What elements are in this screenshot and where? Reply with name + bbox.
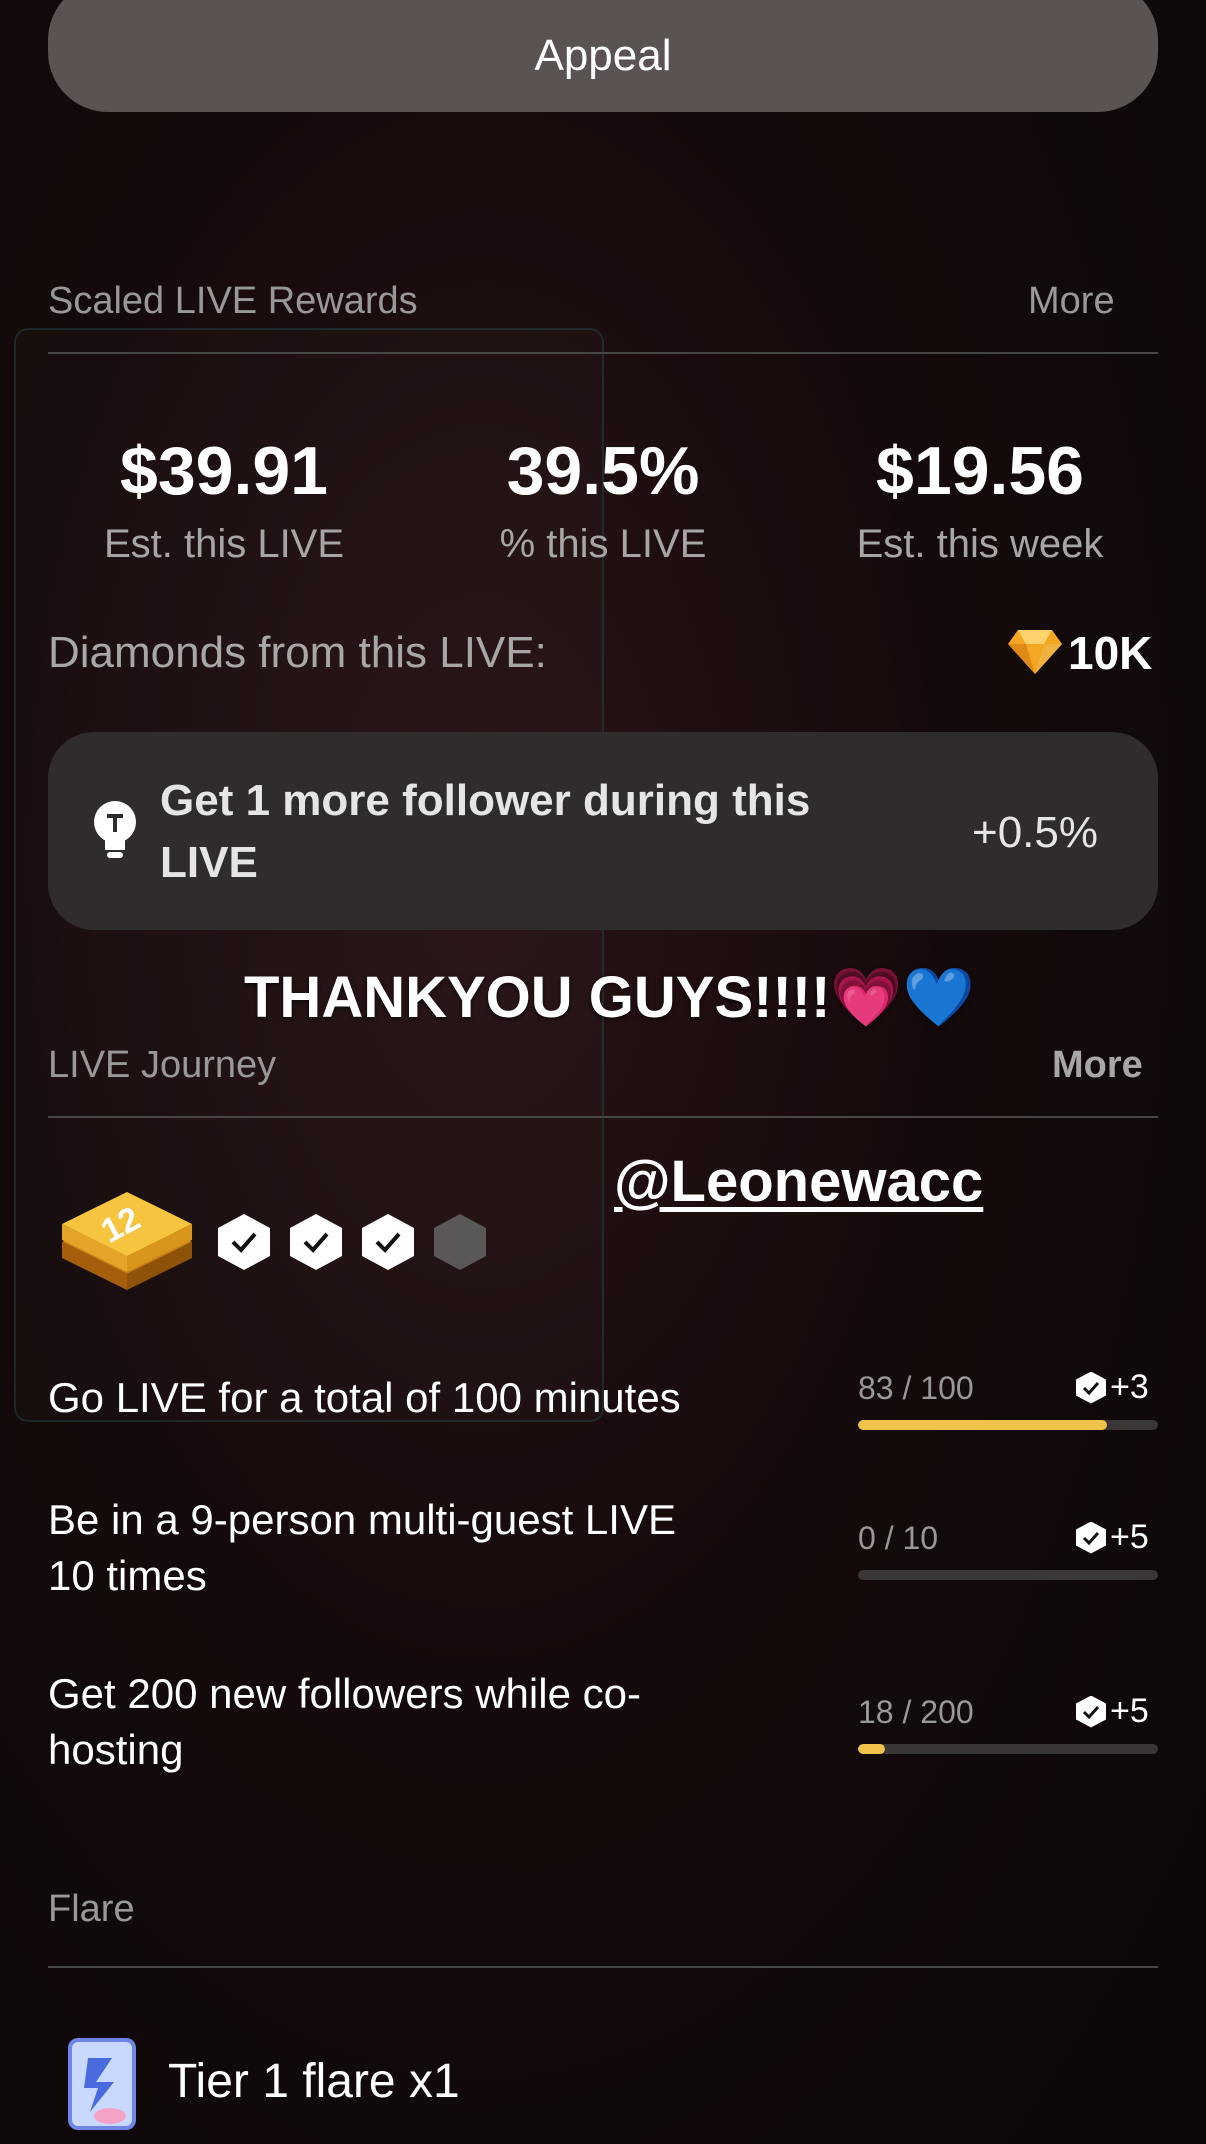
level-badge-icon: 12 — [58, 1186, 196, 1296]
stat-est-live-value: $39.91 — [120, 433, 328, 509]
stat-pct-live-label: % this LIVE — [499, 522, 707, 566]
diamonds-value: 10K — [1068, 627, 1153, 679]
lightbulb-icon — [90, 798, 140, 862]
task-3-reward: +5 — [1076, 1692, 1149, 1731]
creator-handle[interactable]: @Leonewacc — [614, 1148, 983, 1215]
reward-check-icon — [1076, 1695, 1106, 1728]
stat-est-week-label: Est. this week — [856, 522, 1104, 566]
live-journey-more-link[interactable]: More — [1052, 1044, 1143, 1087]
divider — [48, 1966, 1158, 1968]
thankyou-sticker-text: THANKYOU GUYS!!!!💗💙 — [244, 965, 975, 1030]
flare-title: Flare — [48, 1888, 135, 1930]
task-1-reward: +3 — [1076, 1368, 1149, 1407]
task-2-progress: 0 / 10 — [858, 1520, 939, 1556]
flare-card-icon — [66, 2036, 138, 2132]
task-3-reward-value: +5 — [1110, 1692, 1149, 1730]
task-2-progress-bar — [858, 1570, 1158, 1580]
stat-est-live-label: Est. this LIVE — [103, 522, 345, 566]
task-3-text-line2: hosting — [48, 1726, 184, 1773]
live-journey-title: LIVE Journey — [48, 1044, 277, 1086]
reward-check-icon — [1076, 1371, 1106, 1404]
task-3-progress-bar — [858, 1744, 1158, 1754]
tip-text-line2: LIVE — [160, 838, 258, 887]
tip-text-line1: Get 1 more follower during this — [160, 776, 811, 825]
task-1-reward-value: +3 — [1110, 1368, 1149, 1406]
task-2-text-line2: 10 times — [48, 1552, 207, 1599]
stat-pct-live-value: 39.5% — [506, 433, 700, 509]
task-1-text: Go LIVE for a total of 100 minutes — [48, 1374, 681, 1421]
appeal-button[interactable]: Appeal — [48, 0, 1158, 112]
task-3-text-line1: Get 200 new followers while co- — [48, 1670, 641, 1717]
task-1-progress: 83 / 100 — [858, 1370, 974, 1406]
diamonds-label: Diamonds from this LIVE: — [48, 628, 547, 677]
scaled-rewards-title: Scaled LIVE Rewards — [48, 280, 418, 322]
tip-bonus: +0.5% — [972, 808, 1098, 857]
task-2-text-line1: Be in a 9-person multi-guest LIVE — [48, 1496, 676, 1543]
flare-item-label: Tier 1 flare x1 — [168, 2055, 460, 2108]
reward-check-icon — [1076, 1521, 1106, 1554]
divider — [48, 352, 1158, 354]
scaled-rewards-more-link[interactable]: More — [1028, 280, 1115, 323]
task-2-reward: +5 — [1076, 1518, 1149, 1557]
stat-est-week-value: $19.56 — [876, 433, 1084, 509]
divider — [48, 1116, 1158, 1118]
diamond-icon — [1006, 626, 1064, 678]
task-3-progress: 18 / 200 — [858, 1694, 974, 1730]
task-2-reward-value: +5 — [1110, 1518, 1149, 1556]
task-1-progress-bar — [858, 1420, 1158, 1430]
